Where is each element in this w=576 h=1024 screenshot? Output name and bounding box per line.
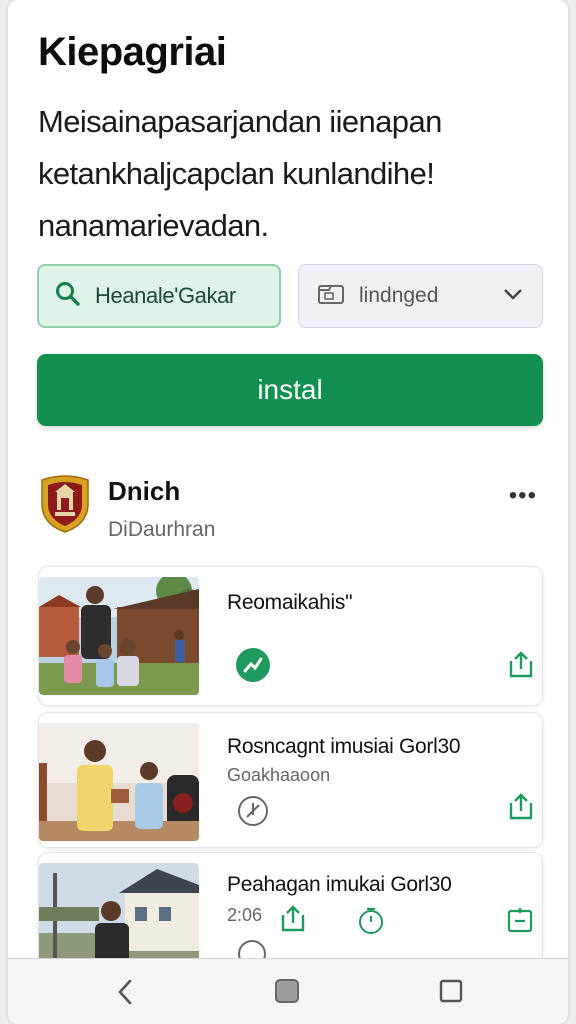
publisher-row[interactable]: Dnich DiDaurhran ••• [38, 472, 543, 542]
home-icon[interactable] [274, 977, 300, 1010]
chevron-down-icon [502, 287, 524, 306]
list-item[interactable]: Reomaikahis" [38, 566, 543, 706]
item-title: Rosncagnt imusiai Gorl30 [227, 735, 461, 758]
item-title: Peahagan imukai Gorl30 [227, 873, 452, 896]
item-subtitle: 2:06 [227, 905, 263, 925]
thumbnail-image [39, 863, 199, 971]
page-title: Kiepagriai [38, 30, 227, 74]
search-button-label: Heanale'Gakar [95, 283, 236, 308]
thumbnail-image [39, 723, 199, 841]
calendar-icon[interactable] [507, 907, 533, 940]
crest-logo [38, 474, 92, 534]
share-icon[interactable] [507, 791, 535, 826]
search-button[interactable]: Heanale'Gakar [37, 264, 281, 328]
download-icon[interactable] [237, 795, 269, 832]
publisher-name: Dnich [108, 476, 181, 506]
system-navigation-bar [8, 958, 568, 1024]
share-icon[interactable] [507, 649, 535, 684]
whatsapp-share-icon[interactable] [235, 647, 271, 688]
category-dropdown-value: lindnged [359, 284, 439, 307]
list-item[interactable]: Rosncagnt imusiai Gorl30 Goakhaaoon [38, 712, 543, 848]
recents-icon[interactable] [438, 977, 464, 1010]
item-subtitle: Goakhaaoon [227, 765, 331, 785]
publisher-subtitle: DiDaurhran [108, 518, 216, 541]
item-title: Reomaikahis" [227, 591, 353, 614]
folder-icon [317, 282, 345, 311]
list-item[interactable]: Peahagan imukai Gorl30 2:06 [38, 852, 543, 972]
app-screen: Kiepagriai Meisainapasarjandan iienapan … [8, 0, 568, 1024]
category-dropdown[interactable]: lindnged [298, 264, 543, 328]
back-icon[interactable] [114, 977, 136, 1012]
install-button[interactable]: instal [37, 354, 543, 426]
share-icon[interactable] [279, 903, 307, 938]
more-options-icon[interactable]: ••• [509, 482, 537, 510]
thumbnail-image [39, 577, 199, 695]
app-description: Meisainapasarjandan iienapan ketankhaljc… [38, 104, 442, 243]
timer-icon[interactable] [357, 907, 385, 940]
search-icon [55, 281, 81, 312]
